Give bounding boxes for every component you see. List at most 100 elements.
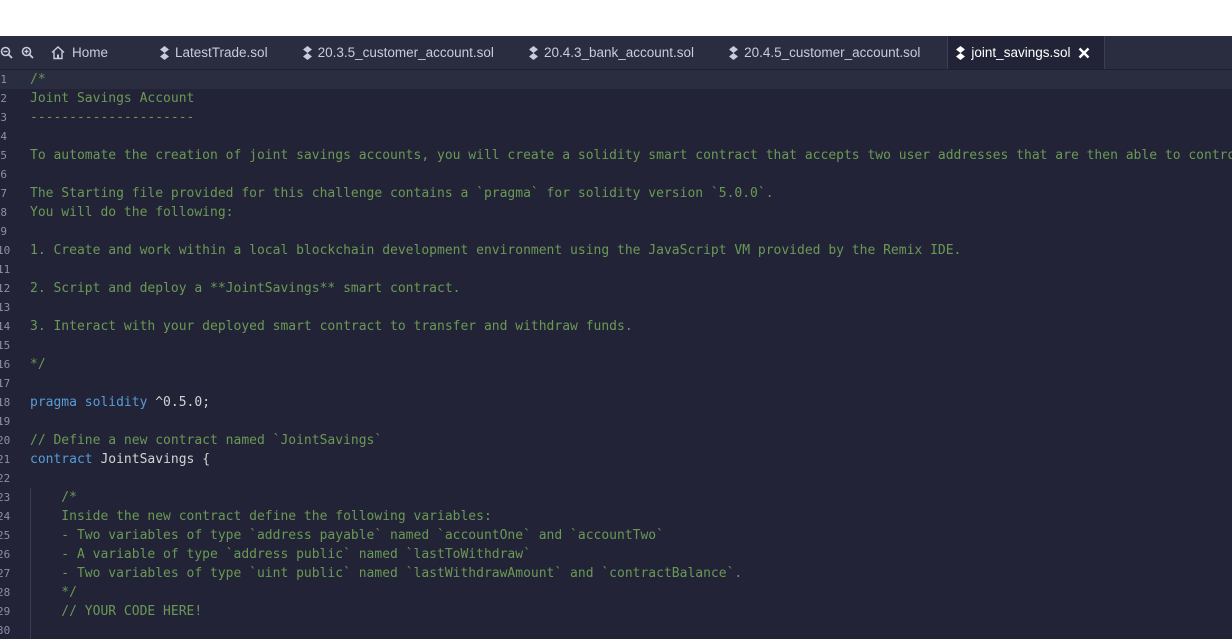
code-text: // Define a new contract named `JointSav… (30, 433, 383, 448)
code-text: 2. Script and deploy a **JointSavings** … (30, 281, 461, 296)
code-text: - Two variables of type `address payable… (30, 528, 664, 543)
code-line[interactable]: 18 pragma solidity ^0.5.0; (0, 393, 1232, 412)
code-line[interactable]: 11 (0, 260, 1232, 279)
code-line[interactable]: 21 contract JointSavings { (0, 450, 1232, 469)
code-token: ^0.5.0; (147, 395, 211, 410)
code-line[interactable]: 29 // YOUR CODE HERE! (0, 602, 1232, 621)
line-number: 12 (0, 282, 11, 295)
tab-latesttrade[interactable]: LatestTrade.sol (142, 36, 285, 69)
tab-home[interactable]: Home (40, 36, 142, 69)
code-line[interactable]: 14 3. Interact with your deployed smart c… (0, 317, 1232, 336)
solidity-icon (528, 45, 538, 60)
code-text: You will do the following: (30, 205, 234, 220)
code-line[interactable]: 30 (0, 621, 1232, 639)
line-number: 30 (0, 624, 11, 637)
code-text: - A variable of type `address public` na… (30, 547, 531, 562)
code-line[interactable]: 6 (0, 165, 1232, 184)
code-line[interactable]: 13 (0, 298, 1232, 317)
solidity-icon (302, 45, 312, 60)
line-number: 2 (0, 92, 7, 105)
tab-label: Home (72, 45, 109, 60)
line-number: 3 (0, 111, 7, 124)
code-line[interactable]: 27 - Two variables of type `uint public`… (0, 564, 1232, 583)
line-number: 21 (0, 453, 11, 466)
line-number: 27 (0, 567, 11, 580)
line-number: 23 (0, 491, 11, 504)
code-text: /* (30, 490, 77, 505)
code-token: JointSavings { (92, 452, 211, 467)
tab-label: joint_savings.sol (971, 45, 1071, 60)
code-text: --------------------- (30, 110, 195, 125)
code-line[interactable]: 19 (0, 412, 1232, 431)
line-number: 20 (0, 434, 11, 447)
line-number: 15 (0, 339, 11, 352)
code-text: Inside the new contract define the follo… (30, 509, 492, 524)
code-line[interactable]: 20 // Define a new contract named `JointS… (0, 431, 1232, 450)
code-text: - Two variables of type `uint public` na… (30, 566, 743, 581)
code-text: pragma solidity ^0.5.0; (30, 393, 210, 412)
code-line[interactable]: 3 --------------------- (0, 108, 1232, 127)
tab-label: LatestTrade.sol (175, 45, 268, 60)
code-text: 3. Interact with your deployed smart con… (30, 319, 633, 334)
code-line[interactable]: 5 To automate the creation of joint savin… (0, 146, 1232, 165)
code-line[interactable]: 12 2. Script and deploy a **JointSavings*… (0, 279, 1232, 298)
code-line[interactable]: 26 - A variable of type `address public`… (0, 545, 1232, 564)
home-icon (50, 45, 66, 60)
tab-label: 20.4.3_bank_account.sol (543, 45, 695, 60)
code-line[interactable]: 2 Joint Savings Account (0, 89, 1232, 108)
zoom-out-button[interactable] (0, 36, 14, 69)
code-line[interactable]: 28 */ (0, 583, 1232, 602)
tab-20-4-3-bank-account[interactable]: 20.4.3_bank_account.sol (511, 36, 711, 69)
keyword-token: contract (30, 452, 93, 467)
tab-20-3-5-customer-account[interactable]: 20.3.5_customer_account.sol (285, 36, 511, 69)
code-line[interactable]: 15 (0, 336, 1232, 355)
window-top-area (0, 0, 1232, 36)
solidity-icon (956, 45, 966, 60)
line-number: 16 (0, 358, 11, 371)
code-text: */ (30, 585, 77, 600)
line-number: 9 (0, 225, 7, 238)
code-line[interactable]: 4 (0, 127, 1232, 146)
code-line[interactable]: 8 You will do the following: (0, 203, 1232, 222)
code-editor[interactable]: 1 /* 2 Joint Savings Account 3 --------------… (0, 70, 1232, 639)
line-number: 10 (0, 244, 11, 257)
code-line[interactable]: 10 1. Create and work within a local bloc… (0, 241, 1232, 260)
code-text: /* (30, 72, 46, 87)
line-number: 7 (0, 187, 7, 200)
code-line[interactable]: 7 The Starting file provided for this cha… (0, 184, 1232, 203)
code-line[interactable]: 25 - Two variables of type `address paya… (0, 526, 1232, 545)
tab-label: 20.4.5_customer_account.sol (744, 45, 921, 60)
zoom-in-icon (21, 46, 34, 59)
code-text: Joint Savings Account (30, 91, 195, 106)
line-number: 19 (0, 415, 11, 428)
code-line[interactable]: 16 */ (0, 355, 1232, 374)
line-number: 29 (0, 605, 11, 618)
code-text: contract JointSavings { (30, 450, 210, 469)
line-number: 11 (0, 263, 11, 276)
solidity-icon (729, 45, 739, 60)
tab-joint-savings[interactable]: joint_savings.sol (947, 36, 1106, 69)
line-number: 13 (0, 301, 11, 314)
close-icon (1079, 47, 1090, 58)
line-number: 6 (0, 168, 7, 181)
close-tab-button[interactable] (1078, 47, 1090, 59)
code-text: */ (30, 357, 46, 372)
line-number: 8 (0, 206, 7, 219)
code-line[interactable]: 9 (0, 222, 1232, 241)
line-number: 18 (0, 396, 11, 409)
keyword-token: pragma solidity (30, 395, 148, 410)
code-line[interactable]: 17 (0, 374, 1232, 393)
code-line[interactable]: 1 /* (0, 70, 1232, 89)
tab-20-4-5-customer-account[interactable]: 20.4.5_customer_account.sol (711, 36, 937, 69)
line-number: 24 (0, 510, 11, 523)
zoom-in-button[interactable] (14, 36, 40, 69)
line-number: 28 (0, 586, 11, 599)
code-line[interactable]: 23 /* (0, 488, 1232, 507)
line-number: 4 (0, 130, 7, 143)
code-line[interactable]: 22 (0, 469, 1232, 488)
tab-label: 20.3.5_customer_account.sol (317, 45, 494, 60)
line-number: 5 (0, 149, 7, 162)
solidity-icon (160, 45, 170, 60)
line-number: 1 (0, 73, 7, 86)
code-line[interactable]: 24 Inside the new contract define the fo… (0, 507, 1232, 526)
